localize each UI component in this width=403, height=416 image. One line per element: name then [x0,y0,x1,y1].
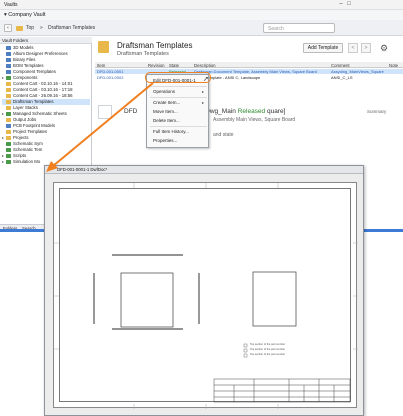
column-header[interactable]: Comment [331,63,350,68]
highlight-ring [145,72,211,83]
folder-icon [6,51,11,56]
folder-icon [6,87,11,92]
folder-icon [6,117,11,122]
folder-icon [6,45,11,50]
column-header[interactable]: Description [194,63,216,68]
column-header[interactable]: State [169,63,179,68]
column-header[interactable]: Item [97,63,105,68]
menu-item-operations[interactable]: Operations [153,89,175,94]
window-title: Vaults [4,2,18,8]
folder-icon [6,141,11,146]
next-page-button[interactable]: > [361,43,371,53]
page-subtitle: Draftsman Templates [117,51,169,57]
column-header[interactable]: Note [389,63,398,68]
detail-state: and state [213,132,234,138]
gear-icon[interactable]: ⚙ [380,43,388,54]
legend-line: Top section of the part number [250,348,286,351]
folder-icon [6,159,11,164]
folder-icon [6,129,11,134]
menu-separator [150,97,207,98]
mouse-cursor-icon: ➚ [203,76,209,83]
table-row[interactable]: DFD-001-0002 Sheet Template - ANSI C, La… [95,75,403,80]
drawing-window: DFD-001-0001-1 DwfDoc* Top section of th… [44,165,364,416]
folder-icon [6,57,11,62]
breadcrumb-separator: » [40,25,43,31]
folder-icon [6,147,11,152]
folder-icon [6,93,11,98]
search-input[interactable]: Search [263,23,335,33]
menu-item-history[interactable]: Full Item History... [153,129,189,134]
legend-line: Top section of the part number [250,353,286,356]
folder-icon [6,135,11,140]
summary-link[interactable]: Summary [367,109,386,114]
table-header: Item Revision State Description Comment … [95,62,403,68]
table-row[interactable]: DFD-001-0001 Released Draftsman Document… [95,69,403,74]
detail-subtitle: Assembly Main Views, Square Board [213,117,296,123]
maximize-icon[interactable]: □ [345,0,353,8]
back-button[interactable]: ‹ [4,24,12,32]
folder-icon [6,69,11,74]
vault-bar: ▾ Company Vault [0,10,403,20]
menu-item-delete[interactable]: Delete Item... [153,118,180,123]
chevron-right-icon: ▸ [201,89,204,94]
drawing-window-title: DFD-001-0001-1 DwfDoc* [45,166,363,174]
vault-label[interactable]: ▾ Company Vault [4,12,45,18]
folder-icon [6,123,11,128]
folder-icon [6,105,11,110]
folder-icon [6,63,11,68]
add-template-button[interactable]: Add Template [303,43,343,53]
folder-icon [98,41,109,53]
legend-line: Top section of the part number [250,343,286,346]
sidebar-header: Vault Folders [0,37,92,44]
minimize-icon[interactable]: – [337,0,345,8]
breadcrumb-top[interactable]: Top [26,25,34,31]
vault-explorer: Vaults – □ ▾ Company Vault ‹ Top » Draft… [0,0,403,416]
folder-icon [16,26,23,31]
column-header[interactable]: Revision [148,63,164,68]
page-title: Draftsman Templates [117,41,193,50]
search-placeholder: Search [268,26,284,32]
folder-icon [6,153,11,158]
folder-icon [6,75,11,80]
menu-item-properties[interactable]: Properties... [153,138,177,143]
sidebar-item[interactable]: ▸ Simulation Mo [2,159,40,165]
prev-page-button[interactable]: < [348,43,358,53]
menu-item-move[interactable]: Move Item... [153,109,178,114]
folder-icon [6,111,11,116]
document-icon [98,105,112,119]
drawing-sheet[interactable]: Top section of the part number Top secti… [53,182,358,409]
drawing-canvas [54,183,358,409]
context-menu: Edit DFD-001-0001-1 Operations ▸ Create … [146,74,209,148]
menu-separator [150,126,207,127]
folder-icon [6,99,11,104]
chevron-right-icon: ▸ [201,100,204,105]
breadcrumb-current[interactable]: Draftsman Templates [48,25,95,31]
menu-item-create[interactable]: Create Item... [153,100,180,105]
menu-separator [150,86,207,87]
folder-icon [6,81,11,86]
